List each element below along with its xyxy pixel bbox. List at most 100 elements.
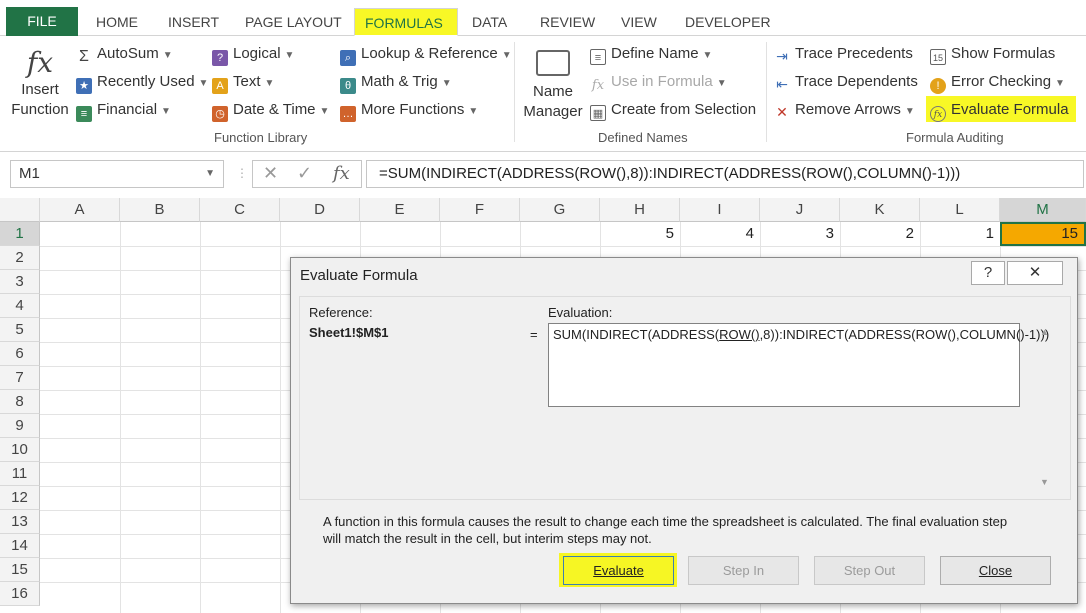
create-from-selection-button[interactable]: ▦ Create from Selection: [590, 98, 756, 122]
row-header[interactable]: 3: [0, 270, 40, 294]
resize-grip-icon[interactable]: ⋮: [236, 166, 248, 180]
row-header[interactable]: 6: [0, 342, 40, 366]
name-manager-label-2: Manager: [523, 103, 583, 120]
use-in-formula-button[interactable]: fx Use in Formula ▼: [590, 70, 727, 94]
row-header[interactable]: 13: [0, 510, 40, 534]
gridline: [280, 222, 281, 613]
more-functions-button[interactable]: … More Functions ▼: [340, 98, 478, 122]
step-in-button[interactable]: Step In: [688, 556, 799, 585]
row-header[interactable]: 8: [0, 390, 40, 414]
column-header-selected[interactable]: M: [1000, 198, 1086, 222]
math-trig-button[interactable]: θ Math & Trig ▼: [340, 70, 452, 94]
evaluation-textbox[interactable]: SUM(INDIRECT(ADDRESS(ROW(),8)):INDIRECT(…: [548, 323, 1049, 407]
clock-book-icon: ◷: [212, 106, 228, 122]
cancel-icon[interactable]: ✕: [263, 163, 278, 184]
formula-auditing-group-label: Formula Auditing: [906, 130, 1004, 145]
column-header[interactable]: K: [840, 198, 920, 222]
book-icon: ≡: [76, 106, 92, 122]
error-checking-button[interactable]: ! Error Checking ▼: [930, 70, 1065, 94]
column-header[interactable]: J: [760, 198, 840, 222]
logical-button[interactable]: ? Logical ▼: [212, 42, 294, 66]
tab-insert[interactable]: INSERT: [158, 8, 229, 36]
row-header[interactable]: 2: [0, 246, 40, 270]
chevron-down-icon: ▼: [319, 106, 330, 117]
row-header[interactable]: 4: [0, 294, 40, 318]
tab-view[interactable]: VIEW: [611, 8, 667, 36]
cell-k1[interactable]: 2: [840, 222, 920, 246]
row-header[interactable]: 11: [0, 462, 40, 486]
scroll-up-icon[interactable]: ▲: [1040, 327, 1049, 337]
cell-j1[interactable]: 3: [760, 222, 840, 246]
date-time-button[interactable]: ◷ Date & Time ▼: [212, 98, 329, 122]
show-formulas-button[interactable]: 15 Show Formulas: [930, 42, 1055, 66]
evaluation-text-pre: SUM(INDIRECT(ADDRESS(: [553, 327, 720, 342]
tab-page-layout[interactable]: PAGE LAYOUT: [235, 8, 352, 36]
evaluation-scrollbar[interactable]: ▲ ▼: [1036, 323, 1054, 491]
cell-l1[interactable]: 1: [920, 222, 1000, 246]
column-header[interactable]: E: [360, 198, 440, 222]
evaluate-formula-button[interactable]: fx Evaluate Formula: [930, 98, 1069, 122]
column-header[interactable]: B: [120, 198, 200, 222]
cell-m1-selected[interactable]: 15: [1000, 222, 1086, 246]
define-name-button[interactable]: ≡ Define Name ▼: [590, 42, 712, 66]
chevron-down-icon[interactable]: ▼: [205, 161, 215, 187]
row-header[interactable]: 5: [0, 318, 40, 342]
autosum-button[interactable]: Σ AutoSum ▼: [76, 42, 173, 66]
row-header[interactable]: 7: [0, 366, 40, 390]
row-header-selected[interactable]: 1: [0, 222, 40, 246]
tab-review[interactable]: REVIEW: [530, 8, 605, 36]
row-header[interactable]: 14: [0, 534, 40, 558]
close-button-label: Close: [978, 563, 1013, 578]
column-header[interactable]: G: [520, 198, 600, 222]
cell-h1[interactable]: 5: [600, 222, 680, 246]
tab-home[interactable]: HOME: [86, 8, 148, 36]
autosum-label: AutoSum: [97, 45, 159, 62]
scroll-down-icon[interactable]: ▼: [1040, 477, 1049, 487]
name-manager-button[interactable]: Name Manager: [520, 46, 586, 128]
step-out-button[interactable]: Step Out: [814, 556, 925, 585]
name-box-value: M1: [19, 165, 40, 182]
evaluate-formula-icon: fx: [930, 106, 946, 122]
name-box[interactable]: M1 ▼: [10, 160, 224, 188]
column-header[interactable]: D: [280, 198, 360, 222]
tab-data[interactable]: DATA: [462, 8, 517, 36]
insert-function-icon[interactable]: fx: [333, 163, 350, 184]
trace-precedents-button[interactable]: ⇥ Trace Precedents: [774, 42, 913, 66]
remove-arrows-button[interactable]: ✕ Remove Arrows ▼: [774, 98, 915, 122]
equals-sign: =: [530, 327, 538, 342]
column-header[interactable]: C: [200, 198, 280, 222]
name-manager-label-1: Name: [532, 83, 573, 100]
column-header[interactable]: I: [680, 198, 760, 222]
math-trig-label: Math & Trig: [361, 73, 438, 90]
tab-formulas[interactable]: FORMULAS: [354, 8, 458, 36]
column-header[interactable]: H: [600, 198, 680, 222]
insert-function-button[interactable]: fx Insert Function: [8, 46, 72, 128]
column-header[interactable]: L: [920, 198, 1000, 222]
row-header[interactable]: 16: [0, 582, 40, 606]
create-from-selection-label: Create from Selection: [611, 101, 757, 118]
select-all-corner[interactable]: [0, 198, 40, 222]
text-button[interactable]: A Text ▼: [212, 70, 274, 94]
row-header[interactable]: 9: [0, 414, 40, 438]
column-header[interactable]: A: [40, 198, 120, 222]
formula-input[interactable]: =SUM(INDIRECT(ADDRESS(ROW(),8)):INDIRECT…: [366, 160, 1084, 188]
ribbon-formulas: fx Insert Function Σ AutoSum ▼ ★ Recently U…: [0, 36, 1086, 152]
close-button[interactable]: Close: [940, 556, 1051, 585]
evaluate-button[interactable]: Evaluate: [563, 556, 674, 585]
row-header[interactable]: 12: [0, 486, 40, 510]
insert-function-label-1: Insert: [21, 81, 59, 98]
recently-used-button[interactable]: ★ Recently Used ▼: [76, 70, 208, 94]
tab-developer[interactable]: DEVELOPER: [675, 8, 781, 36]
financial-button[interactable]: ≡ Financial ▼: [76, 98, 171, 122]
close-icon[interactable]: ✕: [1007, 261, 1063, 285]
lookup-reference-button[interactable]: ⌕ Lookup & Reference ▼: [340, 42, 512, 66]
column-header[interactable]: F: [440, 198, 520, 222]
cell-i1[interactable]: 4: [680, 222, 760, 246]
tab-file[interactable]: FILE: [6, 7, 78, 36]
trace-dependents-button[interactable]: ⇤ Trace Dependents: [774, 70, 918, 94]
enter-icon[interactable]: ✓: [297, 163, 312, 184]
row-header[interactable]: 10: [0, 438, 40, 462]
row-header[interactable]: 15: [0, 558, 40, 582]
help-button[interactable]: ?: [971, 261, 1005, 285]
use-in-formula-label: Use in Formula: [611, 73, 713, 90]
